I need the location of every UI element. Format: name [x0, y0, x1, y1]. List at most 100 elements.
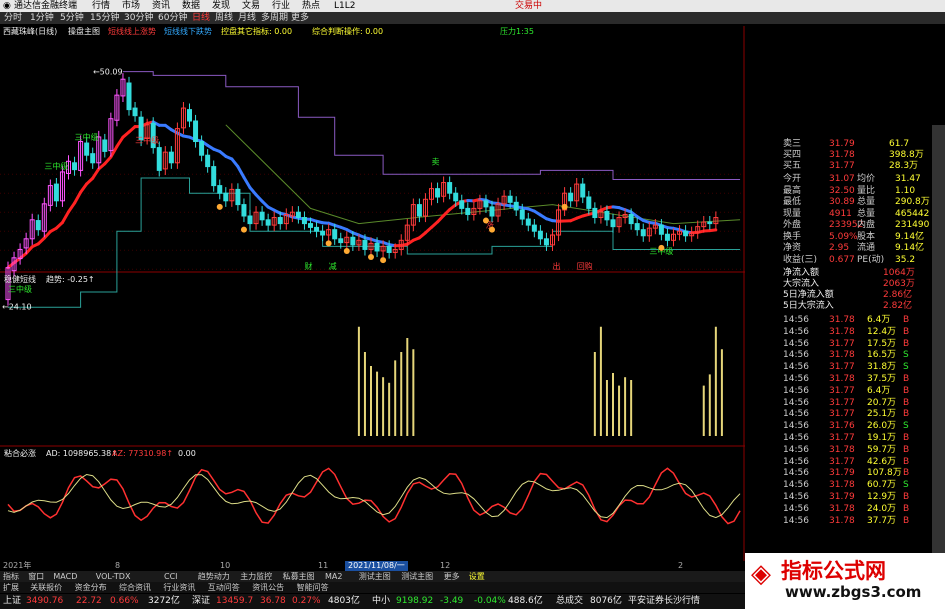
indicator-tab[interactable]: VOL-TDX: [96, 571, 131, 582]
stat-value: 465442: [895, 208, 930, 219]
tick-volume: 17.5万: [867, 338, 897, 349]
candle: [168, 146, 174, 169]
trade-tick-row: 14:56 31.78 6.4万 B: [745, 315, 930, 326]
flow-row: 5日净流入额 2.86亿: [745, 290, 930, 301]
stat-row: 最低 30.89 总量 290.8万: [745, 197, 930, 208]
stat-value: 30.89: [829, 197, 855, 207]
indicator-tab[interactable]: CCI: [164, 571, 178, 582]
candle: [156, 141, 162, 177]
buy-dot: [240, 226, 247, 233]
index-sz-label[interactable]: 深证: [192, 594, 210, 609]
candle: [174, 122, 180, 169]
candle: [253, 206, 259, 230]
indicator-tab[interactable]: 私募主图: [283, 571, 315, 582]
info-tab[interactable]: 扩展: [3, 582, 19, 593]
indicator-tab[interactable]: 设置: [469, 571, 485, 582]
trade-tick-row: 14:56 31.78 60.7万 S: [745, 480, 930, 491]
menu-market[interactable]: 行情: [92, 0, 110, 12]
flow-label: 5日大宗流入: [783, 301, 834, 311]
info-tab[interactable]: 行业资讯: [163, 582, 195, 593]
tick-price: 31.77: [829, 456, 855, 467]
indicator-tab[interactable]: 更多: [444, 571, 460, 582]
flow-row: 大宗流入 2063万: [745, 279, 930, 290]
indicator-tab[interactable]: 指标: [3, 571, 19, 582]
tick-side: B: [903, 315, 910, 325]
order-book-row: 买四 31.78 398.8万: [745, 150, 930, 161]
menu-data[interactable]: 数据: [182, 0, 200, 12]
index-zx-label[interactable]: 中小: [372, 594, 390, 609]
stat-label: 今开: [783, 174, 802, 184]
tf-monthly[interactable]: 月线: [238, 12, 256, 24]
tick-time: 14:56: [783, 444, 809, 455]
candlesticks: [5, 73, 719, 306]
tick-price: 31.78: [829, 503, 855, 514]
stat-row: 换手 5.09% 股本 9.14亿: [745, 232, 930, 243]
trade-tick-row: 14:56 31.77 42.6万 B: [745, 457, 930, 468]
tf-60min[interactable]: 60分钟: [158, 12, 187, 24]
menu-text[interactable]: 文易: [242, 0, 260, 12]
tick-time: 14:56: [783, 492, 809, 502]
tool-sidebar[interactable]: [932, 125, 945, 553]
menu-l1l2[interactable]: L1L2: [334, 0, 355, 12]
info-tab[interactable]: 互动问答: [208, 582, 240, 593]
candle: [459, 194, 465, 215]
tf-15min[interactable]: 15分钟: [90, 12, 119, 24]
info-tab[interactable]: 智能问答: [297, 582, 329, 593]
tick-side: B: [903, 492, 910, 502]
tf-30min[interactable]: 30分钟: [124, 12, 153, 24]
candle: [17, 243, 23, 265]
index-zx-pct: -0.04%: [474, 596, 506, 606]
indicator-tab[interactable]: 主力监控: [240, 571, 272, 582]
tick-volume: 60.7万: [867, 480, 897, 491]
tick-volume: 12.9万: [867, 492, 897, 502]
indicator-tab[interactable]: 窗口: [28, 571, 44, 582]
indicator-tab[interactable]: 测试主图: [401, 571, 433, 582]
tick-price: 31.78: [829, 350, 855, 361]
buy-dot: [343, 247, 350, 254]
indicator-tab[interactable]: 趋势动力: [198, 571, 230, 582]
trade-tick-row: 14:56 31.78 16.5万 S: [745, 350, 930, 361]
tf-multi[interactable]: 多周期: [261, 12, 288, 24]
book-volume: 61.7: [889, 139, 910, 149]
stat-label: 总量: [857, 197, 876, 207]
stat-value: 231490: [895, 220, 930, 230]
info-tab[interactable]: 资金分布: [75, 582, 107, 593]
candle: [47, 179, 53, 212]
buy-dot: [561, 203, 568, 210]
tf-intraday[interactable]: 分时: [4, 12, 22, 24]
stat-label: 收益(三): [783, 254, 818, 265]
indicator-tab[interactable]: MA2: [325, 571, 342, 582]
kline-chart[interactable]: 三中级三中级三中级三中级三中级涨卖←50.09←24.10财减出回购 37.50…: [0, 26, 745, 561]
candle: [562, 187, 568, 216]
total-turnover-label: 总成交: [556, 596, 584, 606]
date-axis: 2021年 8 10 11 12 2 2021/11/08/一: [0, 561, 745, 571]
tick-side: B: [903, 515, 910, 526]
candle: [53, 178, 59, 207]
candle: [126, 76, 132, 116]
menu-industry[interactable]: 行业: [272, 0, 290, 12]
index-sh-label[interactable]: 上证: [3, 594, 21, 609]
tf-more[interactable]: 更多: [291, 12, 309, 24]
menu-news[interactable]: 资讯: [152, 0, 170, 12]
tf-5min[interactable]: 5分钟: [60, 12, 84, 24]
index-sh-amt: 3272亿: [148, 596, 180, 606]
tf-weekly[interactable]: 周线: [215, 12, 233, 24]
indicator-tab[interactable]: MACD: [53, 571, 77, 582]
info-tab[interactable]: 综合资讯: [119, 582, 151, 593]
trade-button[interactable]: 交易中: [515, 0, 542, 12]
index-sh-pct: 0.66%: [110, 596, 139, 606]
candle: [543, 232, 549, 251]
tf-daily[interactable]: 日线: [192, 12, 210, 24]
trade-tick-row: 14:56 31.79 12.9万 B: [745, 492, 930, 503]
tick-price: 31.78: [829, 315, 855, 325]
stat-row: 现量 4911 总量 465442: [745, 209, 930, 220]
menu-sector[interactable]: 市场: [122, 0, 140, 12]
indicator-tab[interactable]: 测试主图: [359, 571, 391, 582]
info-tab[interactable]: 资讯公告: [252, 582, 284, 593]
tf-1min[interactable]: 1分钟: [30, 12, 54, 24]
info-tab[interactable]: 关联报价: [30, 582, 62, 593]
sub2-extra: 0.00: [178, 449, 196, 458]
trade-tick-row: 14:56 31.78 37.7万 B: [745, 516, 930, 527]
menu-hotspot[interactable]: 热点: [302, 0, 320, 12]
menu-discover[interactable]: 发现: [212, 0, 230, 12]
